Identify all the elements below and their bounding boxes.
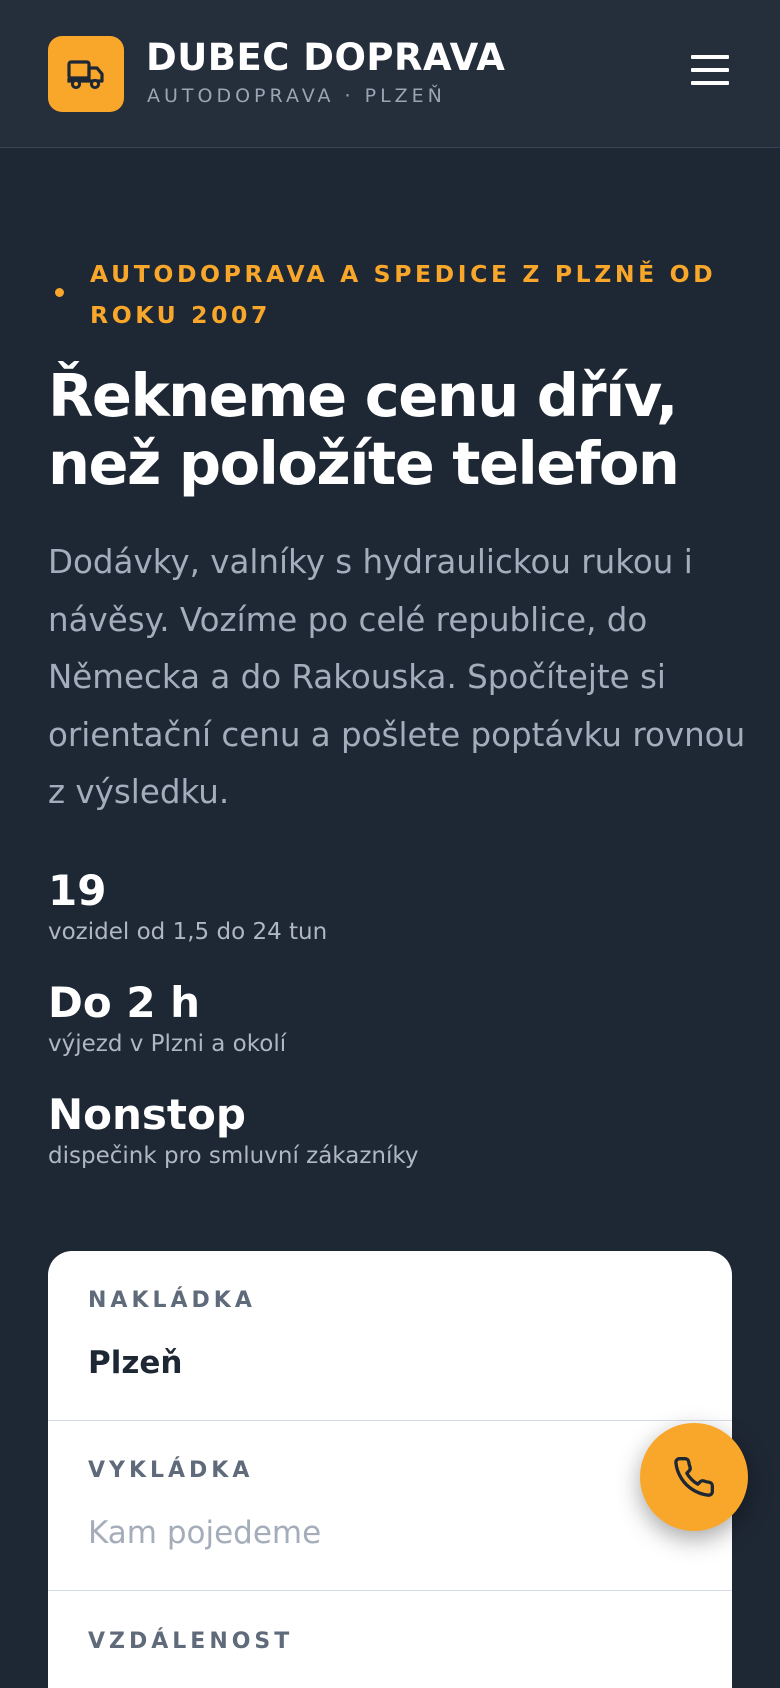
unloading-input[interactable] — [88, 1509, 648, 1557]
loading-input[interactable] — [88, 1339, 648, 1387]
stat-value: Do 2 h — [48, 978, 201, 1027]
distance-label: VZDÁLENOST — [88, 1629, 294, 1654]
unloading-label: VYKLÁDKA — [88, 1458, 254, 1483]
stat-value: Nonstop — [48, 1090, 246, 1139]
hamburger-menu-icon — [691, 55, 729, 59]
stat-fleet: 19 vozidel od 1,5 do 24 tun — [48, 866, 327, 947]
hero-title-line-2: než položíte telefon — [48, 429, 680, 498]
unloading-field: VYKLÁDKA — [48, 1421, 732, 1591]
site-header: DUBEC DOPRAVA AUTODOPRAVA · PLZEŇ — [0, 0, 780, 148]
brand-tagline: AUTODOPRAVA · PLZEŇ — [147, 85, 446, 107]
phone-icon — [674, 1457, 714, 1497]
stat-label: vozidel od 1,5 do 24 tun — [48, 919, 328, 945]
call-button[interactable] — [640, 1423, 748, 1531]
loading-label: NAKLÁDKA — [88, 1288, 256, 1313]
brand-name[interactable]: DUBEC DOPRAVA — [146, 36, 505, 79]
distance-field: VZDÁLENOST — [48, 1592, 732, 1688]
stat-value: 19 — [48, 866, 107, 915]
page: DUBEC DOPRAVA AUTODOPRAVA · PLZEŇ AUTODO… — [0, 0, 780, 1688]
hero-eyebrow: AUTODOPRAVA A SPEDICE Z PLZNĚ OD ROKU 20… — [90, 260, 717, 329]
hero-description: Dodávky, valníky s hydraulickou rukou i … — [48, 543, 746, 811]
price-calculator-card: NAKLÁDKA VYKLÁDKA VZDÁLENOST — [48, 1251, 732, 1688]
hamburger-menu-button[interactable] — [686, 46, 734, 94]
eyebrow-dot — [55, 288, 64, 297]
stat-label: dispečink pro smluvní zákazníky — [48, 1143, 419, 1169]
truck-icon — [67, 60, 104, 90]
hero-title-line-1: Řekneme cenu dřív, — [48, 361, 678, 430]
stat-dispatch: Nonstop dispečink pro smluvní zákazníky — [48, 1090, 418, 1171]
loading-field: NAKLÁDKA — [48, 1251, 732, 1421]
hero-title: Řekneme cenu dřív, než položíte telefon — [48, 362, 748, 498]
logo[interactable] — [48, 36, 124, 112]
stat-response-time: Do 2 h výjezd v Plzni a okolí — [48, 978, 286, 1059]
stat-label: výjezd v Plzni a okolí — [48, 1031, 287, 1057]
